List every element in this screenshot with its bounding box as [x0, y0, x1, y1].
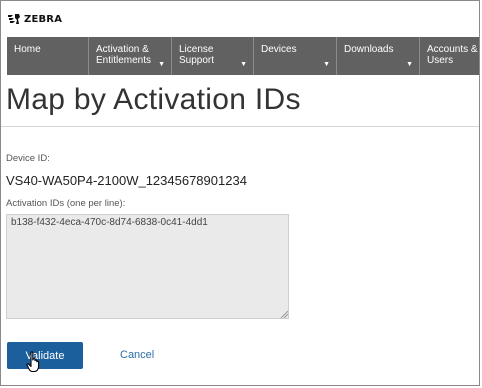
nav-license-label-line1: License [179, 44, 214, 55]
zebra-logo-icon [8, 14, 20, 24]
nav-devices-label: Devices [261, 44, 297, 55]
cancel-button[interactable]: Cancel [120, 349, 154, 361]
resize-grip-icon[interactable] [280, 310, 288, 318]
nav-home-label: Home [14, 44, 41, 55]
nav-downloads-label: Downloads [344, 44, 394, 55]
device-id-value: VS40-WA50P4-2100W_12345678901234 [6, 173, 247, 188]
hand-pointer-icon [26, 351, 40, 373]
main-navigation: Home Activation & Entitlements ▼ License… [7, 37, 479, 75]
nav-activation-entitlements[interactable]: Activation & Entitlements ▼ [89, 37, 172, 75]
page-title: Map by Activation IDs [6, 83, 301, 116]
page-frame: ZEBRA Home Activation & Entitlements ▼ L… [0, 0, 480, 386]
brand[interactable]: ZEBRA [7, 12, 62, 26]
nav-accounts-label-line1: Accounts & [427, 44, 478, 55]
chevron-down-icon: ▼ [158, 61, 165, 68]
nav-accounts-label-line2: Users [427, 55, 454, 66]
chevron-down-icon: ▼ [240, 61, 247, 68]
nav-home[interactable]: Home [7, 37, 89, 75]
validate-button[interactable]: Validate [7, 342, 83, 369]
divider [1, 126, 479, 127]
nav-accounts-users[interactable]: Accounts & Users [420, 37, 479, 75]
chevron-down-icon: ▼ [323, 61, 330, 68]
nav-devices[interactable]: Devices ▼ [254, 37, 337, 75]
activation-ids-textarea[interactable]: b138-f432-4eca-470c-8d74-6838-0c41-4dd1 [6, 214, 289, 319]
nav-license-support[interactable]: License Support ▼ [172, 37, 254, 75]
brand-name: ZEBRA [24, 13, 63, 25]
nav-activation-label-line1: Activation & [96, 44, 149, 55]
device-id-label: Device ID: [6, 153, 50, 164]
chevron-down-icon: ▼ [406, 61, 413, 68]
nav-downloads[interactable]: Downloads ▼ [337, 37, 420, 75]
activation-ids-label: Activation IDs (one per line): [6, 198, 126, 209]
